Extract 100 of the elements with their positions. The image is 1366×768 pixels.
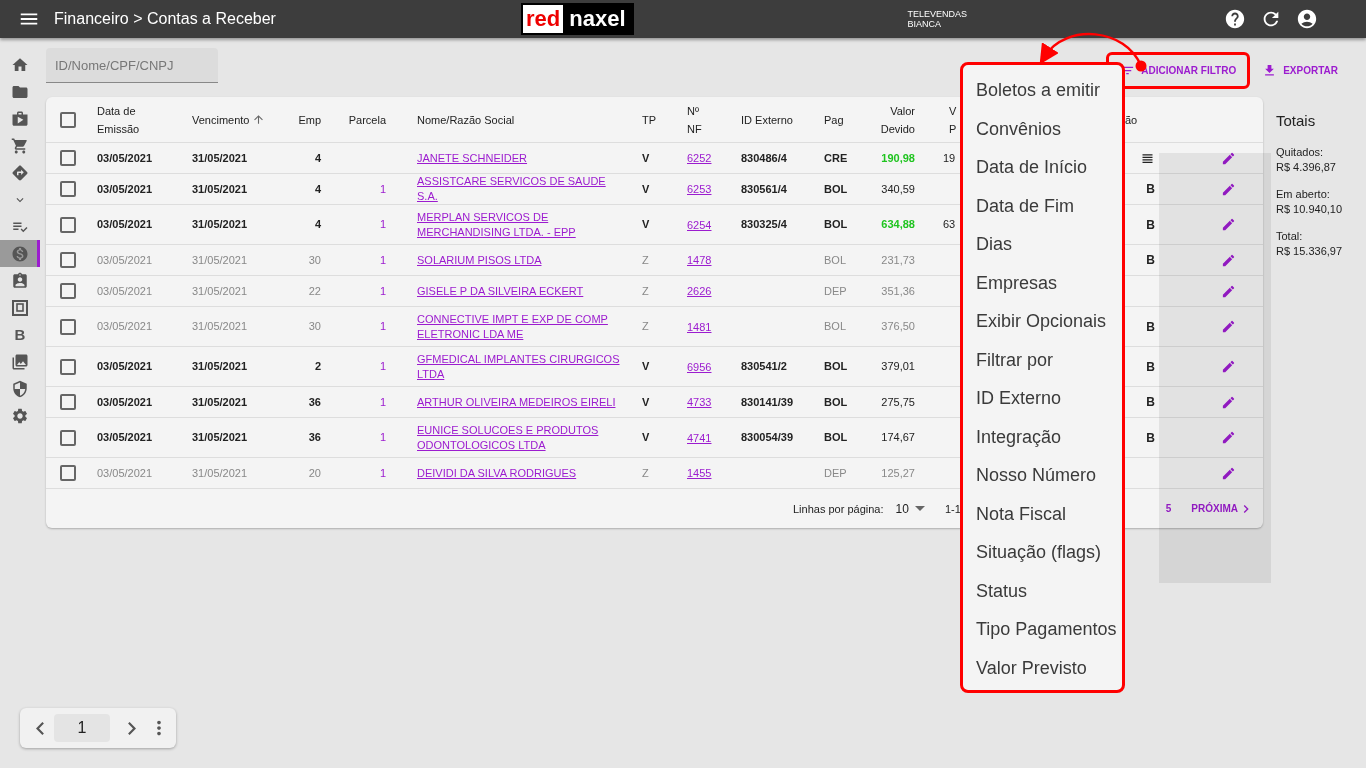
client-link[interactable]: ARTHUR OLIVEIRA MEDEIROS EIRELI bbox=[417, 394, 616, 410]
invoice-link[interactable]: 4741 bbox=[680, 431, 712, 444]
sidebar-item[interactable]: B bbox=[0, 321, 40, 348]
column-header[interactable]: Parcela bbox=[348, 110, 386, 129]
table-cell-text: BOL bbox=[823, 319, 847, 334]
column-header[interactable]: Emp bbox=[298, 110, 321, 129]
table-cell-text: 31/05/2021 bbox=[191, 319, 249, 334]
column-header[interactable]: Vencimento bbox=[192, 110, 250, 129]
help-icon[interactable] bbox=[1223, 8, 1246, 30]
menu-item[interactable]: Exibir Opcionais bbox=[963, 302, 1122, 341]
client-link[interactable]: SOLARIUM PISOS LTDA bbox=[417, 252, 542, 268]
menu-item[interactable]: Nota Fiscal bbox=[963, 494, 1122, 533]
settings-icon bbox=[11, 406, 29, 425]
invoice-link[interactable]: 1455 bbox=[680, 467, 712, 479]
row-checkbox[interactable] bbox=[60, 181, 76, 197]
search-field[interactable]: ID/Nome/CPF/CNPJ bbox=[46, 48, 218, 83]
invoice-link[interactable]: 2626 bbox=[680, 285, 712, 297]
menu-item[interactable]: Situação (flags) bbox=[963, 533, 1122, 572]
invoice-link[interactable]: 4733 bbox=[680, 396, 712, 408]
column-header[interactable]: ID Externo bbox=[741, 110, 793, 129]
totals-title: Totais bbox=[1276, 112, 1317, 129]
shield-icon bbox=[11, 379, 29, 398]
table-cell: 1 bbox=[379, 395, 386, 408]
row-checkbox[interactable] bbox=[60, 429, 76, 446]
column-header[interactable]: Nº NF bbox=[687, 101, 702, 138]
edit-icon[interactable] bbox=[1221, 283, 1236, 299]
menu-item[interactable]: Boletos a emitir bbox=[963, 71, 1122, 110]
edit-icon[interactable] bbox=[1221, 359, 1236, 374]
page-number[interactable]: 1 bbox=[54, 714, 110, 742]
client-link[interactable]: ASSISTCARE SERVICOS DE SAUDE S.A. bbox=[417, 174, 622, 204]
edit-icon[interactable] bbox=[1221, 181, 1236, 197]
sidebar-item[interactable] bbox=[0, 240, 40, 267]
row-checkbox[interactable] bbox=[60, 465, 76, 481]
client-link[interactable]: EUNICE SOLUCOES E PRODUTOS ODONTOLOGICOS LTDA bbox=[417, 422, 622, 453]
menu-item[interactable]: ID Externo bbox=[963, 379, 1122, 418]
total-label: Quitados: bbox=[1276, 145, 1325, 160]
edit-icon[interactable] bbox=[1221, 465, 1236, 481]
menu-item[interactable]: Empresas bbox=[963, 263, 1122, 302]
flag-letter: B bbox=[1146, 319, 1155, 334]
menu-item[interactable]: Filtrar por bbox=[963, 340, 1122, 379]
menu-item[interactable]: Integração bbox=[963, 417, 1122, 456]
column-header[interactable]: Valor Devido bbox=[880, 101, 915, 138]
client-link[interactable]: GISELE P DA SILVEIRA ECKERT bbox=[417, 283, 584, 299]
account-icon[interactable] bbox=[1295, 8, 1318, 30]
table-cell-text: Z bbox=[641, 465, 650, 481]
rows-per-page-select[interactable]: 10 bbox=[895, 501, 925, 516]
table-cell-text: V bbox=[641, 394, 651, 410]
edit-icon[interactable] bbox=[1221, 150, 1236, 166]
edit-icon[interactable] bbox=[1221, 430, 1236, 445]
invoice-link[interactable]: 6956 bbox=[680, 360, 712, 373]
menu-item[interactable]: Tipo Pagamentos bbox=[963, 610, 1122, 649]
edit-icon[interactable] bbox=[1221, 252, 1236, 268]
row-checkbox[interactable] bbox=[60, 216, 76, 233]
rows-per-page-label: Linhas por página: bbox=[793, 502, 884, 515]
page-link[interactable]: 5 bbox=[1165, 503, 1172, 514]
client-link[interactable]: CONNECTIVE IMPT E EXP DE COMP ELETRONIC LDA ME bbox=[417, 311, 622, 342]
table-cell-text: 31/05/2021 bbox=[191, 465, 249, 481]
table-cell-text: 379,01 bbox=[880, 359, 916, 374]
edit-icon[interactable] bbox=[1221, 319, 1236, 334]
menu-item[interactable]: Convênios bbox=[963, 109, 1122, 148]
column-header[interactable]: ão bbox=[1125, 110, 1138, 129]
edit-icon[interactable] bbox=[1221, 217, 1236, 232]
sidebar-letter: B bbox=[14, 326, 26, 343]
client-link[interactable]: MERPLAN SERVICOS DE MERCHANDISING LTDA. - EPP bbox=[417, 209, 622, 240]
row-checkbox[interactable] bbox=[60, 318, 76, 335]
row-checkbox[interactable] bbox=[60, 394, 76, 410]
column-header[interactable]: Pag bbox=[824, 110, 844, 129]
client-link[interactable]: DEIVIDI DA SILVA RODRIGUES bbox=[417, 465, 577, 481]
row-checkbox[interactable] bbox=[60, 358, 76, 375]
row-checkbox[interactable] bbox=[60, 150, 76, 166]
client-link[interactable]: GFMEDICAL IMPLANTES CIRURGICOS LTDA bbox=[417, 351, 622, 382]
invoice-link[interactable]: 6254 bbox=[680, 218, 712, 231]
brand-logo: red naxel bbox=[521, 3, 634, 35]
menu-item[interactable]: Nosso Número bbox=[963, 456, 1122, 495]
row-checkbox[interactable] bbox=[60, 252, 76, 268]
edit-icon[interactable] bbox=[1221, 394, 1236, 410]
next-button[interactable]: PRÓXIMA bbox=[1191, 500, 1254, 517]
column-header[interactable]: V P bbox=[949, 101, 957, 138]
column-header[interactable]: Data de Emissão bbox=[97, 101, 140, 138]
table-cell: 1 bbox=[379, 360, 386, 372]
invoice-link[interactable]: 1481 bbox=[680, 320, 712, 333]
invoice-link[interactable]: 6252 bbox=[680, 152, 712, 164]
menu-item[interactable]: Valor Previsto bbox=[963, 648, 1122, 687]
column-header[interactable]: TP bbox=[642, 110, 657, 129]
next-page-button[interactable] bbox=[128, 721, 136, 735]
menu-item[interactable]: Data de Início bbox=[963, 148, 1122, 187]
table-cell-text: BOL bbox=[823, 252, 847, 268]
invoice-link[interactable]: 1478 bbox=[680, 254, 712, 266]
table-cell: 1 bbox=[379, 466, 386, 479]
column-header[interactable]: Nome/Razão Social bbox=[417, 110, 515, 129]
row-checkbox[interactable] bbox=[60, 283, 76, 299]
export-button[interactable]: EXPORTAR bbox=[1254, 57, 1346, 84]
total-value: R$ 10.940,10 bbox=[1276, 202, 1343, 217]
previous-button[interactable] bbox=[36, 721, 44, 735]
menu-item[interactable]: Data de Fim bbox=[963, 186, 1122, 225]
menu-item[interactable]: Dias bbox=[963, 225, 1122, 264]
client-link[interactable]: JANETE SCHNEIDER bbox=[417, 150, 528, 166]
menu-item[interactable]: Status bbox=[963, 571, 1122, 610]
select-all-checkbox[interactable] bbox=[60, 111, 76, 128]
invoice-link[interactable]: 6253 bbox=[680, 183, 712, 195]
